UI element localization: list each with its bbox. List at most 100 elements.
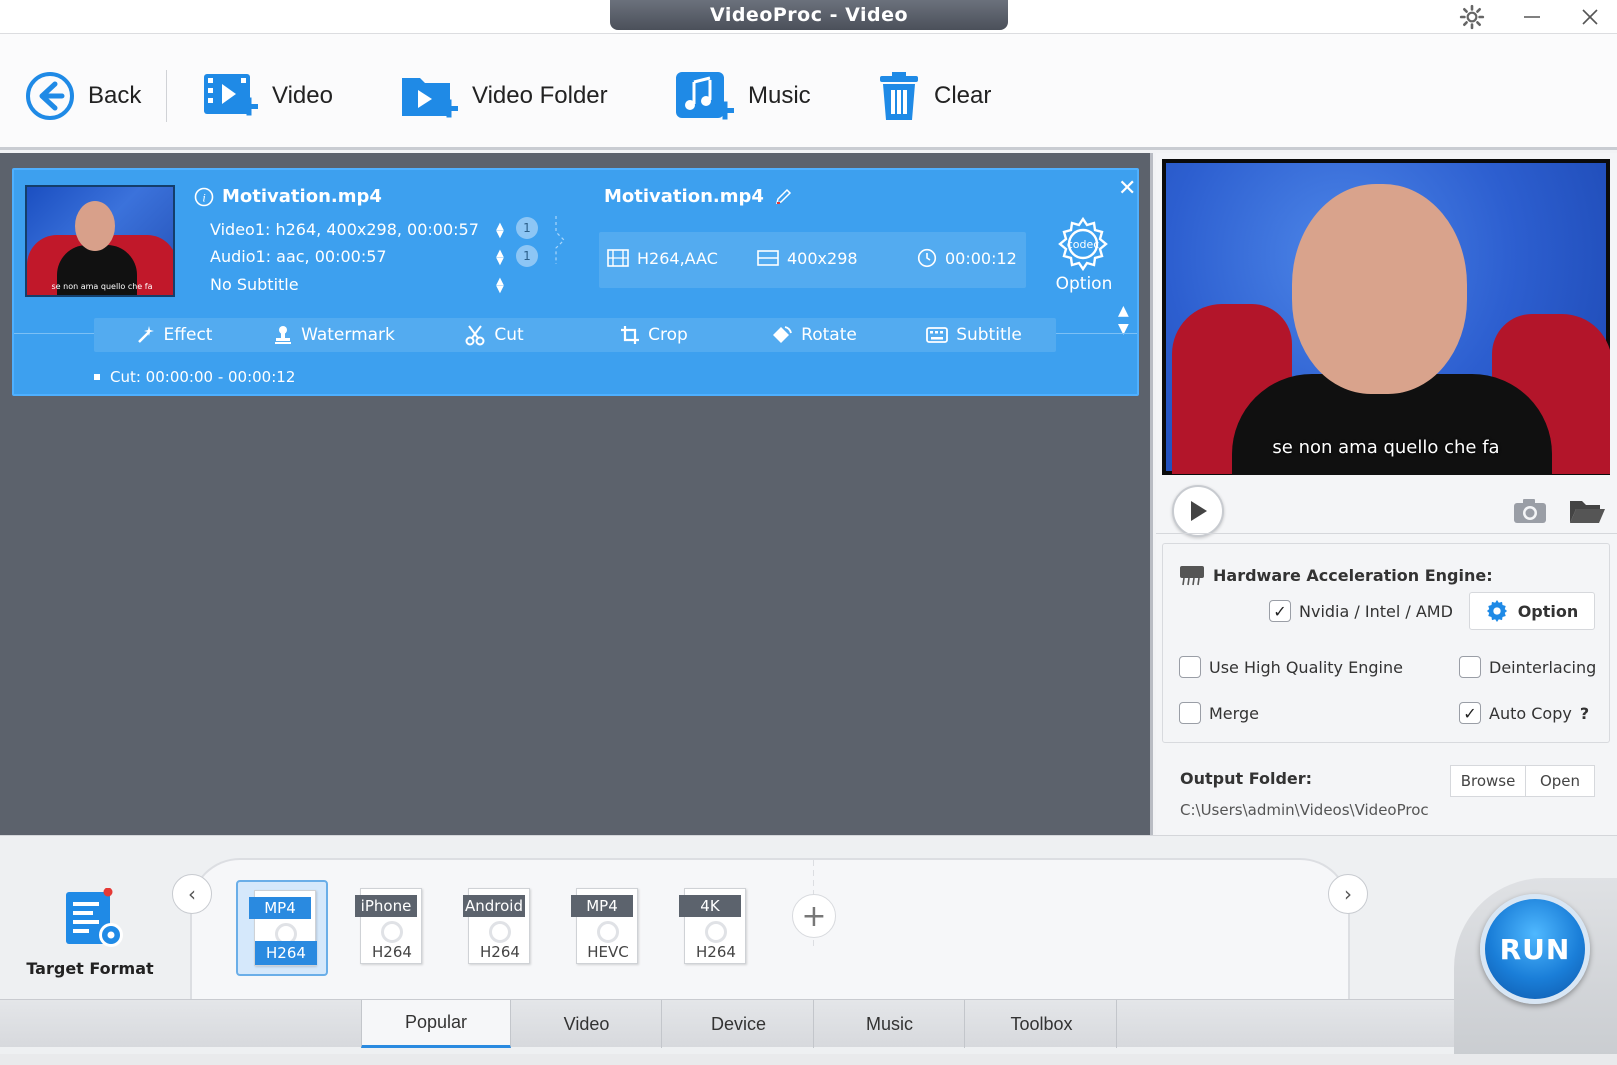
browse-button[interactable]: Browse [1450, 765, 1526, 797]
output-folder-label: Output Folder: [1180, 769, 1313, 788]
hardware-option-button[interactable]: Option [1469, 592, 1595, 630]
info-icon[interactable]: i [194, 187, 214, 207]
add-video-icon [204, 74, 258, 116]
crop-icon [621, 326, 640, 344]
hardware-title-text: Hardware Acceleration Engine: [1213, 565, 1493, 585]
formats-next-chevron-right-icon[interactable]: › [1328, 874, 1368, 914]
edit-toolbar: Effect Watermark Cut Crop Rotate Subtitl… [94, 318, 1056, 352]
status-bar [0, 1054, 1617, 1065]
magic-wand-icon [137, 326, 154, 343]
minimize-icon[interactable] [1512, 2, 1552, 32]
close-window-icon[interactable] [1570, 2, 1610, 32]
check-icon: ✓ [1269, 600, 1291, 622]
play-button[interactable] [1172, 485, 1224, 537]
audio-track-info: Audio1: aac, 00:00:57 [210, 247, 387, 266]
back-arrow-icon [26, 72, 74, 120]
tab-music[interactable]: Music [815, 1000, 965, 1048]
target-format-icon[interactable] [64, 888, 126, 950]
formats-prev-chevron-left-icon[interactable]: ‹ [172, 874, 212, 914]
tab-device[interactable]: Device [664, 1000, 814, 1048]
deinterlacing-checkbox[interactable]: Deinterlacing [1459, 656, 1596, 678]
rotate-icon [773, 326, 793, 343]
high-quality-engine-checkbox[interactable]: Use High Quality Engine [1179, 656, 1403, 678]
add-music-button[interactable]: Music [674, 70, 811, 122]
clock-icon [917, 248, 937, 268]
open-folder-icon[interactable] [1568, 497, 1606, 525]
format-label: MP4 [571, 895, 633, 917]
codec-badge-text: codec [1067, 238, 1100, 251]
title-bar: VideoProc - Video [0, 0, 1617, 34]
snapshot-camera-icon[interactable] [1512, 497, 1548, 525]
subtitle-label: Subtitle [956, 325, 1022, 345]
effect-button[interactable]: Effect [94, 318, 254, 352]
output-info-bar: H264,AAC 400x298 00:00:12 [599, 232, 1026, 288]
merge-checkbox[interactable]: Merge [1179, 702, 1259, 724]
add-video-folder-button[interactable]: Video Folder [400, 70, 608, 122]
subtitle-button[interactable]: Subtitle [894, 318, 1054, 352]
resolution-value: 400x298 [787, 248, 858, 268]
add-video-button[interactable]: Video [202, 70, 333, 122]
checkbox-empty [1179, 702, 1201, 724]
toolbar-separator [166, 70, 167, 122]
nvidia-intel-amd-checkbox[interactable]: ✓ Nvidia / Intel / AMD [1269, 600, 1453, 622]
codec-option-gear-icon[interactable]: codec [1054, 215, 1112, 273]
output-folder-path: C:\Users\admin\Videos\VideoProc [1180, 801, 1429, 819]
film-reel-icon [489, 921, 511, 943]
chip-icon [1180, 566, 1204, 586]
format-codec: H264 [480, 943, 520, 961]
run-button[interactable]: RUN [1480, 894, 1590, 1004]
clear-button[interactable]: Clear [876, 70, 991, 122]
keyboard-icon [926, 327, 949, 343]
audio-track-selector-icon[interactable]: ▲ ▼ [495, 249, 505, 267]
cut-label: Cut [494, 325, 524, 345]
bullet-icon [94, 374, 100, 380]
tab-video[interactable]: Video [512, 1000, 662, 1048]
format-mp4-hevc[interactable]: MP4 HEVC [560, 880, 652, 976]
tab-toolbox[interactable]: Toolbox [967, 1000, 1117, 1048]
effect-label: Effect [163, 325, 213, 345]
video-item-card[interactable]: se non ama quello che fa i Motivation.mp… [12, 168, 1139, 396]
crop-button[interactable]: Crop [574, 318, 734, 352]
watermark-button[interactable]: Watermark [254, 318, 414, 352]
format-mp4-h264[interactable]: MP4 H264 [236, 880, 328, 976]
high-quality-label: Use High Quality Engine [1209, 657, 1403, 677]
video-track-info: Video1: h264, 400x298, 00:00:57 [210, 220, 479, 239]
add-format-button[interactable]: + [792, 894, 836, 938]
play-icon [1191, 501, 1207, 521]
add-music-icon [676, 72, 734, 120]
video-folder-label: Video Folder [472, 82, 608, 109]
format-4k-h264[interactable]: 4K H264 [668, 880, 760, 976]
format-label: Android [463, 895, 525, 917]
video-preview[interactable]: se non ama quello che fa [1162, 159, 1610, 475]
trash-icon [880, 72, 918, 120]
format-iphone-h264[interactable]: iPhone H264 [344, 880, 436, 976]
auto-copy-help-icon[interactable]: ? [1580, 704, 1589, 723]
format-label: iPhone [355, 895, 417, 917]
film-reel-icon [597, 921, 619, 943]
bottom-panel: Target Format MP4 H264 iPhone H264 Android… [0, 835, 1617, 1065]
tab-popular[interactable]: Popular [361, 1000, 511, 1048]
video-thumbnail[interactable]: se non ama quello che fa [25, 185, 175, 297]
format-label: 4K [679, 895, 741, 917]
format-codec: H264 [255, 941, 317, 965]
gear-icon [1486, 600, 1507, 622]
settings-gear-icon[interactable] [1452, 2, 1492, 32]
back-button[interactable]: Back [24, 70, 141, 122]
right-panel: se non ama quello che fa Hardware Accele… [1156, 153, 1617, 835]
format-android-h264[interactable]: Android H264 [452, 880, 544, 976]
checkbox-empty [1179, 656, 1201, 678]
video-list-area: se non ama quello che fa i Motivation.mp… [0, 153, 1153, 835]
subtitle-track-info: No Subtitle [210, 275, 299, 294]
toolbar: Back Video Video Folder Music Clear [0, 34, 1617, 150]
cut-button[interactable]: Cut [414, 318, 574, 352]
output-file-title[interactable]: Motivation.mp4 [604, 186, 792, 207]
codec-option-label[interactable]: Option [1054, 274, 1114, 294]
video-track-selector-icon[interactable]: ▲ ▼ [495, 222, 505, 240]
rotate-button[interactable]: Rotate [734, 318, 894, 352]
remove-item-close-icon[interactable]: ✕ [1118, 176, 1136, 201]
hardware-title: Hardware Acceleration Engine: [1179, 564, 1493, 586]
open-button[interactable]: Open [1525, 765, 1595, 797]
rename-pencil-icon[interactable] [774, 188, 792, 206]
auto-copy-checkbox[interactable]: ✓ Auto Copy ? [1459, 702, 1589, 724]
subtitle-track-selector-icon[interactable]: ▲ ▼ [495, 277, 505, 295]
